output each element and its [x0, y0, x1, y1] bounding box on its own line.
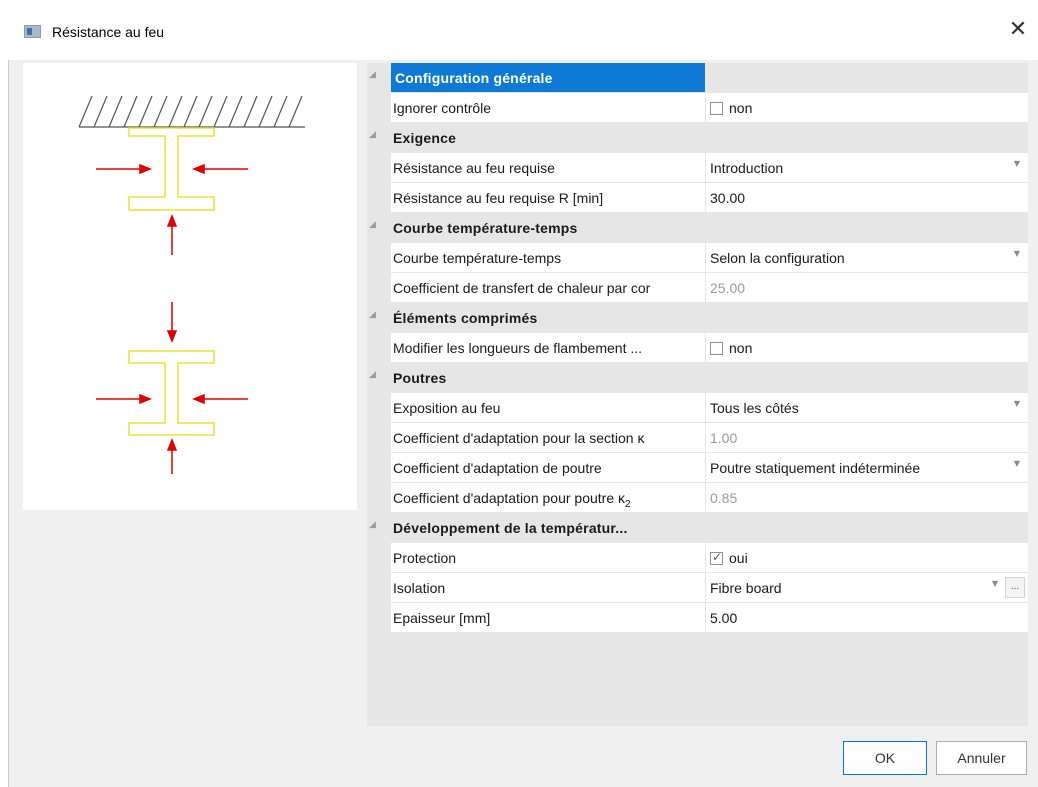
- checkbox-icon[interactable]: [710, 102, 723, 115]
- property-row-exposition-feu[interactable]: Exposition au feu Tous les côtés ▼: [367, 393, 1028, 423]
- property-label: Coefficient d'adaptation pour poutre κ2: [391, 483, 705, 512]
- property-grid: ◢ Configuration générale Ignorer contrôl…: [367, 63, 1028, 726]
- property-row-courbe[interactable]: Courbe température-temps Selon la config…: [367, 243, 1028, 273]
- coefficient-transfert-input: 25.00: [706, 273, 1028, 302]
- epaisseur-input[interactable]: 5.00: [706, 603, 1028, 632]
- group-exigence[interactable]: ◢ Exigence: [367, 123, 1028, 153]
- coefficient-poutre-dropdown[interactable]: Poutre statiquement indéterminée ▼: [706, 453, 1028, 482]
- fire-arrows-bottom: [96, 302, 248, 474]
- group-title: Courbe température-temps: [393, 220, 578, 236]
- property-row-resistance-r-min[interactable]: Résistance au feu requise R [min] 30.00: [367, 183, 1028, 213]
- exposition-feu-dropdown[interactable]: Tous les côtés ▼: [706, 393, 1028, 422]
- chevron-down-icon[interactable]: ▼: [992, 579, 998, 588]
- chevron-down-icon[interactable]: ▼: [1014, 249, 1020, 258]
- property-row-longueurs-flambement[interactable]: Modifier les longueurs de flambement ...…: [367, 333, 1028, 363]
- ignorer-controle-checkbox[interactable]: non: [706, 93, 1028, 122]
- property-label: Coefficient d'adaptation de poutre: [391, 453, 705, 482]
- group-title: Exigence: [393, 130, 457, 146]
- group-title[interactable]: Configuration générale: [391, 63, 705, 92]
- property-label: Coefficient d'adaptation pour la section…: [391, 423, 705, 452]
- i-section-bottom: [128, 350, 215, 436]
- title-bar: Résistance au feu ✕: [0, 0, 1038, 60]
- more-options-button[interactable]: ...: [1005, 577, 1025, 598]
- property-label: Coefficient de transfert de chaleur par …: [391, 273, 705, 302]
- collapse-icon[interactable]: ◢: [369, 220, 381, 230]
- close-button[interactable]: ✕: [1004, 16, 1032, 44]
- coefficient-section-input: 1.00: [706, 423, 1028, 452]
- property-row-epaisseur[interactable]: Epaisseur [mm] 5.00: [367, 603, 1028, 633]
- collapse-icon[interactable]: ◢: [369, 520, 381, 530]
- chevron-down-icon[interactable]: ▼: [1014, 159, 1020, 168]
- isolation-dropdown[interactable]: Fibre board ▼...: [706, 573, 1028, 602]
- resistance-r-min-input[interactable]: 30.00: [706, 183, 1028, 212]
- checkbox-checked-icon[interactable]: [710, 550, 723, 565]
- property-row-coefficient-poutre[interactable]: Coefficient d'adaptation de poutre Poutr…: [367, 453, 1028, 483]
- property-row-coefficient-section[interactable]: Coefficient d'adaptation pour la section…: [367, 423, 1028, 453]
- group-title: Développement de la températur...: [393, 520, 628, 536]
- property-row-ignorer-controle[interactable]: Ignorer contrôle non: [367, 93, 1028, 123]
- property-label: Résistance au feu requise R [min]: [391, 183, 705, 212]
- support-hatch: [78, 95, 305, 128]
- longueurs-flambement-checkbox[interactable]: non: [706, 333, 1028, 362]
- collapse-icon[interactable]: ◢: [369, 370, 381, 380]
- resistance-requise-dropdown[interactable]: Introduction ▼: [706, 153, 1028, 182]
- group-configuration-generale[interactable]: ◢ Configuration générale: [367, 63, 1028, 93]
- group-poutres[interactable]: ◢ Poutres: [367, 363, 1028, 393]
- property-label: Exposition au feu: [391, 393, 705, 422]
- property-row-coefficient-poutre-k2[interactable]: Coefficient d'adaptation pour poutre κ2 …: [367, 483, 1028, 513]
- collapse-icon[interactable]: ◢: [369, 310, 381, 320]
- section-preview: [23, 63, 357, 510]
- ok-button[interactable]: OK: [843, 741, 927, 775]
- app-icon: [24, 25, 41, 38]
- property-row-protection[interactable]: Protection oui: [367, 543, 1028, 573]
- chevron-down-icon[interactable]: ▼: [1014, 399, 1020, 408]
- chevron-down-icon[interactable]: ▼: [1014, 459, 1020, 468]
- window-title: Résistance au feu: [52, 24, 165, 40]
- property-label: Protection: [391, 543, 705, 572]
- property-row-resistance-requise[interactable]: Résistance au feu requise Introduction ▼: [367, 153, 1028, 183]
- property-label: Modifier les longueurs de flambement ...: [391, 333, 705, 362]
- group-elements-comprimes[interactable]: ◢ Éléments comprimés: [367, 303, 1028, 333]
- property-row-isolation[interactable]: Isolation Fibre board ▼...: [367, 573, 1028, 603]
- group-courbe-temperature-temps[interactable]: ◢ Courbe température-temps: [367, 213, 1028, 243]
- property-label: Epaisseur [mm]: [391, 603, 705, 632]
- coefficient-poutre-k2-input: 0.85: [706, 483, 1028, 512]
- window-left-edge: [0, 60, 9, 787]
- property-label: Résistance au feu requise: [391, 153, 705, 182]
- property-label: Ignorer contrôle: [391, 93, 705, 122]
- courbe-dropdown[interactable]: Selon la configuration ▼: [706, 243, 1028, 272]
- fire-exposure-diagram: [78, 95, 305, 474]
- group-title: Éléments comprimés: [393, 310, 538, 326]
- checkbox-icon[interactable]: [710, 342, 723, 355]
- collapse-icon[interactable]: ◢: [369, 70, 381, 80]
- collapse-icon[interactable]: ◢: [369, 130, 381, 140]
- property-row-coefficient-transfert[interactable]: Coefficient de transfert de chaleur par …: [367, 273, 1028, 303]
- group-title: Poutres: [393, 370, 447, 386]
- protection-checkbox[interactable]: oui: [706, 543, 1028, 572]
- property-label: Isolation: [391, 573, 705, 602]
- cancel-button[interactable]: Annuler: [936, 741, 1027, 775]
- group-developpement-temperature[interactable]: ◢ Développement de la températur...: [367, 513, 1028, 543]
- property-label: Courbe température-temps: [391, 243, 705, 272]
